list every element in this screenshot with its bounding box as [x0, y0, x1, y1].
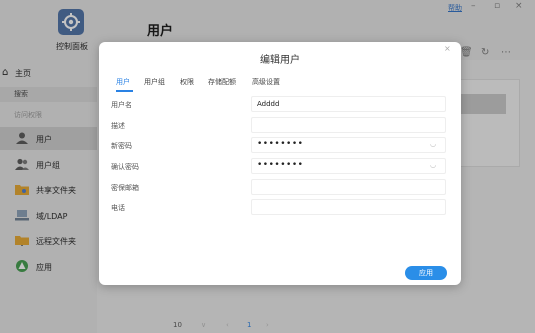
tab-user-group[interactable]: 用户组 — [144, 77, 165, 87]
username-value: Adddd — [257, 100, 280, 108]
show-password-icon[interactable]: ◡ — [430, 161, 436, 169]
username-label: 用户名 — [111, 101, 132, 109]
tab-storage-quota[interactable]: 存储配额 — [208, 77, 236, 87]
email-label: 密保邮箱 — [111, 184, 139, 192]
new-password-value: •••••••• — [257, 139, 304, 149]
phone-label: 电话 — [111, 204, 125, 212]
show-password-icon[interactable]: ◡ — [430, 140, 436, 148]
tab-user[interactable]: 用户 — [116, 77, 130, 87]
confirm-password-field[interactable]: •••••••• ◡ — [251, 158, 446, 174]
description-label: 描述 — [111, 122, 125, 130]
description-field[interactable] — [251, 117, 446, 133]
close-icon[interactable]: × — [444, 44, 451, 53]
username-field[interactable]: Adddd — [251, 96, 446, 112]
confirm-password-value: •••••••• — [257, 160, 304, 170]
dialog-title: 编辑用户 — [260, 55, 300, 66]
active-tab-indicator — [116, 90, 133, 92]
confirm-password-label: 确认密码 — [111, 163, 139, 171]
tab-permissions[interactable]: 权限 — [180, 77, 194, 87]
new-password-field[interactable]: •••••••• ◡ — [251, 137, 446, 153]
tab-advanced-settings[interactable]: 高级设置 — [252, 77, 280, 87]
new-password-label: 新密码 — [111, 142, 132, 150]
email-field[interactable] — [251, 179, 446, 195]
phone-field[interactable] — [251, 199, 446, 215]
edit-user-dialog: 编辑用户 × 用户 用户组 权限 存储配额 高级设置 用户名 Adddd 描述 … — [99, 42, 461, 285]
apply-button[interactable]: 应用 — [405, 266, 447, 280]
